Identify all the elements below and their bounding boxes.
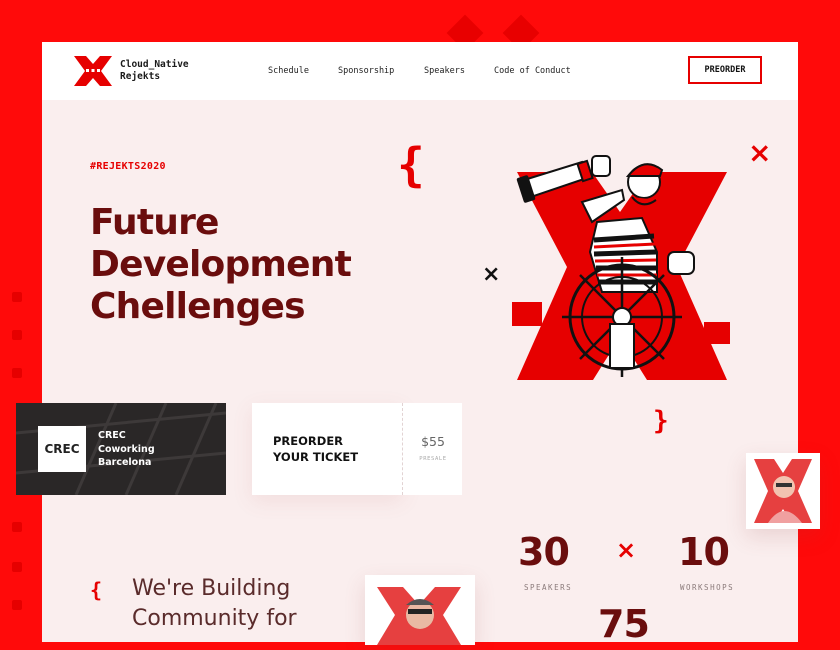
community-line: We're Building	[132, 576, 291, 601]
hero-title-line: Chellenges	[90, 286, 306, 327]
venue-card[interactable]: CREC CREC Coworking Barcelona	[16, 403, 226, 495]
site-header: Cloud_Native Rejekts Schedule Sponsorshi…	[42, 42, 798, 100]
background-dot	[12, 292, 22, 302]
speaker-photo-card[interactable]	[746, 453, 820, 529]
venue-name-line: Barcelona	[98, 457, 152, 468]
speaker-photo-card[interactable]	[365, 575, 475, 645]
preorder-button[interactable]: PREORDER	[688, 56, 762, 84]
ticket-title: PREORDER YOUR TICKET	[273, 433, 393, 465]
background-dot	[12, 368, 22, 378]
logo-line-1: Cloud_Native	[120, 59, 189, 70]
stat-speakers-label: SPEAKERS	[524, 583, 573, 592]
venue-name: CREC Coworking Barcelona	[98, 429, 208, 470]
open-brace-decoration: {	[90, 578, 103, 602]
ticket-stub[interactable]: $55 PRESALE	[402, 403, 462, 495]
cross-decoration: ×	[748, 136, 772, 169]
stat-workshops-label: WORKSHOPS	[680, 583, 735, 592]
nav-schedule[interactable]: Schedule	[268, 66, 309, 76]
hero-title: Future Development Chellenges	[90, 202, 420, 328]
speaker-photo	[754, 459, 812, 523]
hero-title-line: Development	[90, 244, 352, 285]
background-dot	[12, 600, 22, 610]
ticket-presale-label: PRESALE	[419, 456, 447, 462]
nav-sponsorship[interactable]: Sponsorship	[338, 66, 394, 76]
venue-name-line: CREC	[98, 430, 126, 441]
rejekts-logo-icon[interactable]	[74, 56, 112, 86]
community-heading: We're Building Community for	[132, 574, 332, 634]
stat-workshops-value: 10	[678, 530, 730, 574]
ticket-price: $55	[421, 434, 445, 449]
background-dot	[12, 562, 22, 572]
logo-line-2: Rejekts	[120, 71, 161, 82]
close-brace-decoration: }	[653, 406, 669, 436]
venue-name-line: Coworking	[98, 443, 155, 455]
event-hashtag: #REJEKTS2020	[90, 161, 166, 172]
speaker-photo	[377, 587, 461, 645]
nav-code-of-conduct[interactable]: Code of Conduct	[494, 66, 571, 76]
background-dot	[12, 522, 22, 532]
open-brace-decoration: {	[397, 138, 425, 192]
ticket-card[interactable]: PREORDER YOUR TICKET	[252, 403, 402, 495]
ticket-title-line: YOUR TICKET	[273, 450, 359, 464]
venue-logo: CREC	[38, 426, 86, 472]
stat-third-value: 75	[598, 602, 650, 646]
nav-speakers[interactable]: Speakers	[424, 66, 465, 76]
landing-page: Cloud_Native Rejekts Schedule Sponsorshi…	[16, 42, 820, 646]
cross-decoration: ×	[616, 536, 637, 564]
logo-wordmark[interactable]: Cloud_Native Rejekts	[120, 59, 220, 83]
ticket-title-line: PREORDER	[273, 434, 344, 448]
sailor-helm-illustration	[512, 155, 730, 380]
stat-speakers-value: 30	[518, 530, 570, 574]
background-dot	[12, 330, 22, 340]
hero-title-line: Future	[90, 202, 219, 243]
